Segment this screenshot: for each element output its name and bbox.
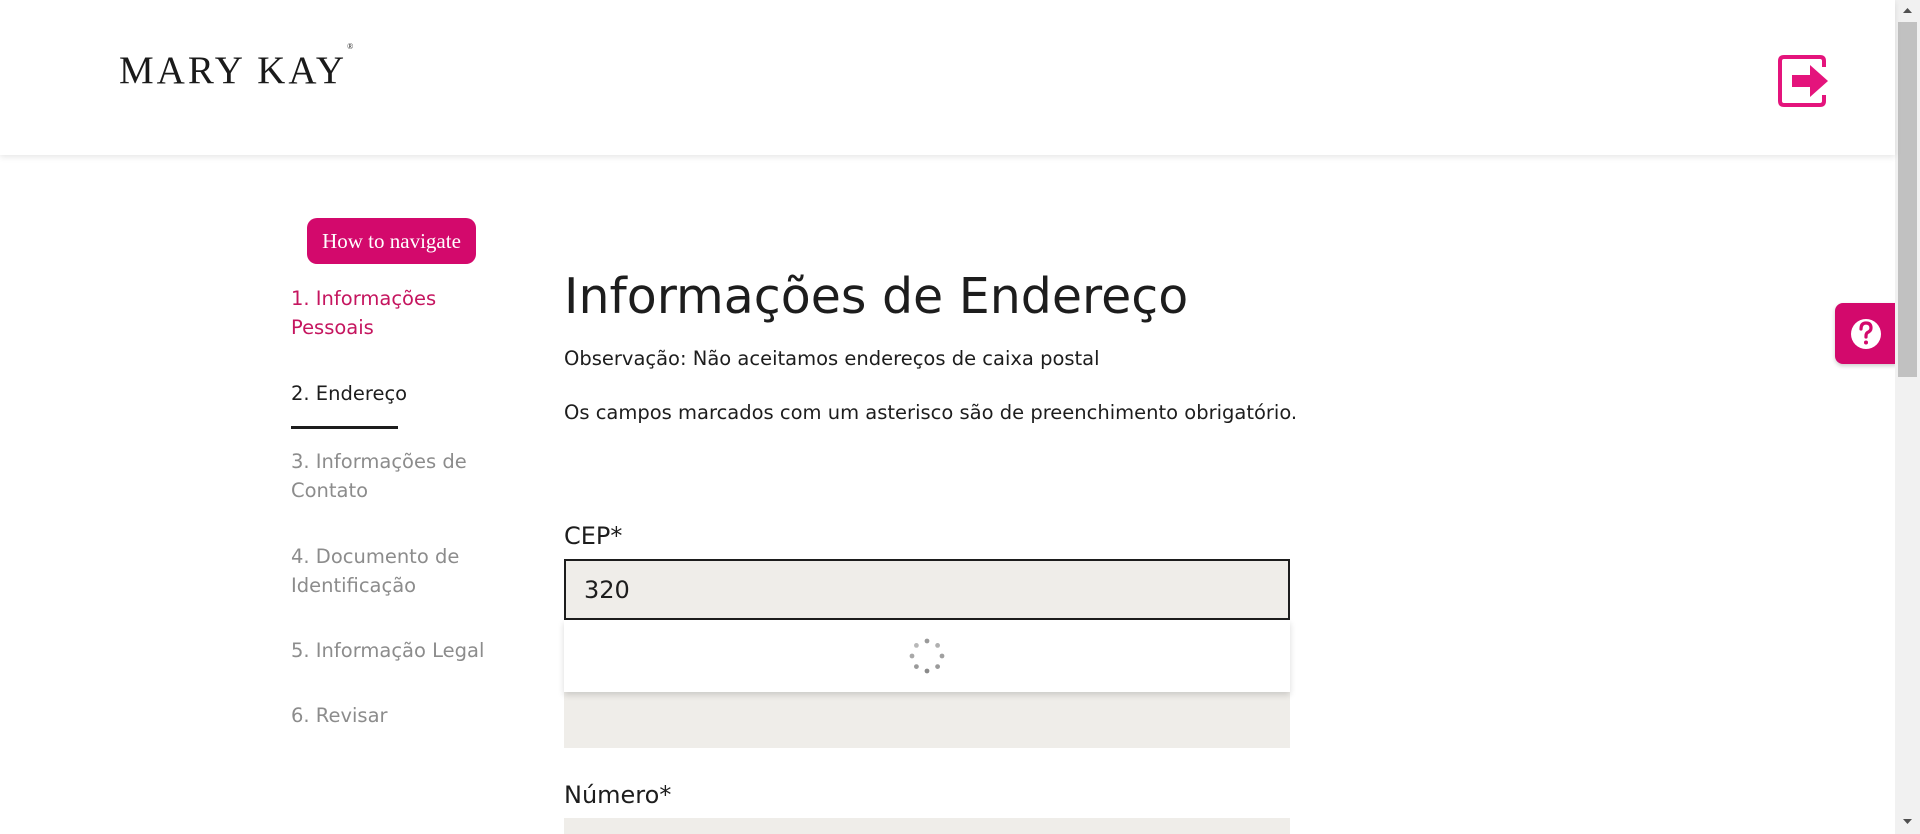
site-header: MARY KAY® [0, 0, 1895, 155]
logo-text: MARY KAY [119, 49, 348, 92]
numero-input[interactable] [564, 818, 1290, 834]
logo-registered-mark: ® [347, 42, 354, 51]
required-fields-note: Os campos marcados com um asterisco são … [564, 401, 1298, 424]
page-title: Informações de Endereço [564, 268, 1189, 325]
po-box-note: Observação: Não aceitamos endereços de c… [564, 347, 1100, 370]
logout-button[interactable] [1776, 53, 1830, 109]
scroll-down-arrow-icon[interactable] [1895, 810, 1920, 832]
cep-input[interactable] [564, 559, 1290, 620]
cep-label: CEP* [564, 522, 623, 550]
numero-label: Número* [564, 781, 672, 809]
logout-icon [1778, 55, 1828, 107]
step-informacoes-pessoais[interactable]: 1. Informações Pessoais [291, 284, 491, 342]
page: MARY KAY® How to navigate 1. Informações… [0, 0, 1920, 834]
help-widget-button[interactable] [1835, 303, 1897, 364]
step-endereco[interactable]: 2. Endereço [291, 379, 491, 408]
active-step-underline [291, 426, 398, 429]
question-icon [1851, 319, 1881, 349]
loading-spinner-icon [909, 638, 945, 674]
scroll-up-arrow-icon[interactable] [1895, 0, 1920, 22]
step-documento-identificacao[interactable]: 4. Documento de Identificação [291, 542, 491, 600]
how-to-navigate-button[interactable]: How to navigate [307, 218, 476, 264]
cep-suggestions-dropdown [564, 620, 1290, 692]
scrollbar-thumb[interactable] [1898, 22, 1917, 377]
step-revisar[interactable]: 6. Revisar [291, 701, 491, 730]
vertical-scrollbar[interactable] [1895, 0, 1920, 834]
step-informacao-legal[interactable]: 5. Informação Legal [291, 636, 491, 665]
step-informacoes-contato[interactable]: 3. Informações de Contato [291, 447, 491, 505]
mary-kay-logo[interactable]: MARY KAY® [119, 42, 353, 93]
address-field-partial[interactable] [564, 688, 1290, 748]
